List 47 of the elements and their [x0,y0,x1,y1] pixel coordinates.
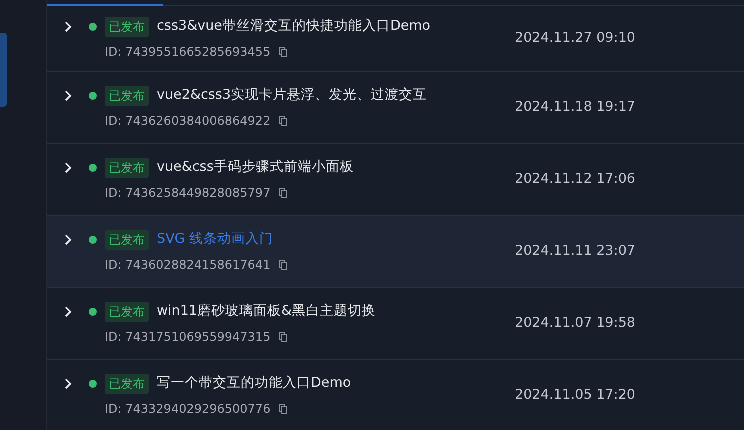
chevron-icon[interactable] [63,234,73,246]
article-row[interactable]: 已发布 写一个带交互的功能入口Demo ID: 7433294029296500776 2024.11.05 17:20 [47,360,744,430]
chevron-icon[interactable] [63,20,73,32]
publish-date: 2024.11.05 17:20 [515,386,636,406]
publish-date: 2024.11.07 19:58 [515,314,636,334]
article-title[interactable]: css3&vue带丝滑交互的快捷功能入口Demo [157,16,431,37]
copy-icon[interactable] [278,116,288,126]
status-dot [89,22,97,30]
status-dot [89,164,97,172]
article-row[interactable]: 已发布 vue2&css3实现卡片悬浮、发光、过渡交互 ID: 7436260384006864922 2024.11.18 19:17 [47,72,744,144]
status-dot [89,380,97,388]
copy-icon[interactable] [278,332,288,342]
article-id: ID: 7436258449828085797 [105,184,271,202]
article-id: ID: 7436260384006864922 [105,112,271,130]
copy-icon[interactable] [278,46,288,57]
article-row[interactable]: 已发布 css3&vue带丝滑交互的快捷功能入口Demo ID: 7439551665285693455 2024.11.27 09:10 [47,6,744,72]
status-dot [89,308,97,316]
publish-date: 2024.11.11 23:07 [515,242,636,262]
copy-icon[interactable] [278,188,288,198]
publish-date: 2024.11.12 17:06 [515,170,636,190]
chevron-icon[interactable] [63,162,73,174]
article-title[interactable]: win11磨砂玻璃面板&黑白主题切换 [157,301,376,322]
article-id: ID: 7433294029296500776 [105,400,271,418]
chevron-icon[interactable] [63,90,73,102]
status-tag: 已发布 [105,302,149,322]
article-title[interactable]: SVG 线条动画入门 [157,229,274,250]
chevron-icon[interactable] [63,306,73,318]
chevron-icon[interactable] [63,378,73,390]
status-dot [89,236,97,244]
article-row[interactable]: 已发布 win11磨砂玻璃面板&黑白主题切换 ID: 7431751069559947315 2024.11.07 19:58 [47,288,744,360]
publish-date: 2024.11.18 19:17 [515,98,636,118]
copy-icon[interactable] [278,260,288,270]
article-title[interactable]: 写一个带交互的功能入口Demo [157,373,352,394]
article-id: ID: 7439551665285693455 [105,44,271,61]
article-id: ID: 7436028824158617641 [105,256,271,274]
article-row[interactable]: 已发布 SVG 线条动画入门 ID: 7436028824158617641 2024.11.11 23:07 [47,216,744,288]
article-title[interactable]: vue&css手码步骤式前端小面板 [157,157,354,178]
status-tag: 已发布 [105,374,149,394]
publish-date: 2024.11.27 09:10 [515,29,636,48]
status-tag: 已发布 [105,16,149,36]
copy-icon[interactable] [278,404,288,414]
article-id: ID: 7431751069559947315 [105,328,271,346]
status-dot [89,92,97,100]
article-title[interactable]: vue2&css3实现卡片悬浮、发光、过渡交互 [157,85,428,106]
status-tag: 已发布 [105,158,149,178]
status-tag: 已发布 [105,230,149,250]
status-tag: 已发布 [105,86,149,106]
